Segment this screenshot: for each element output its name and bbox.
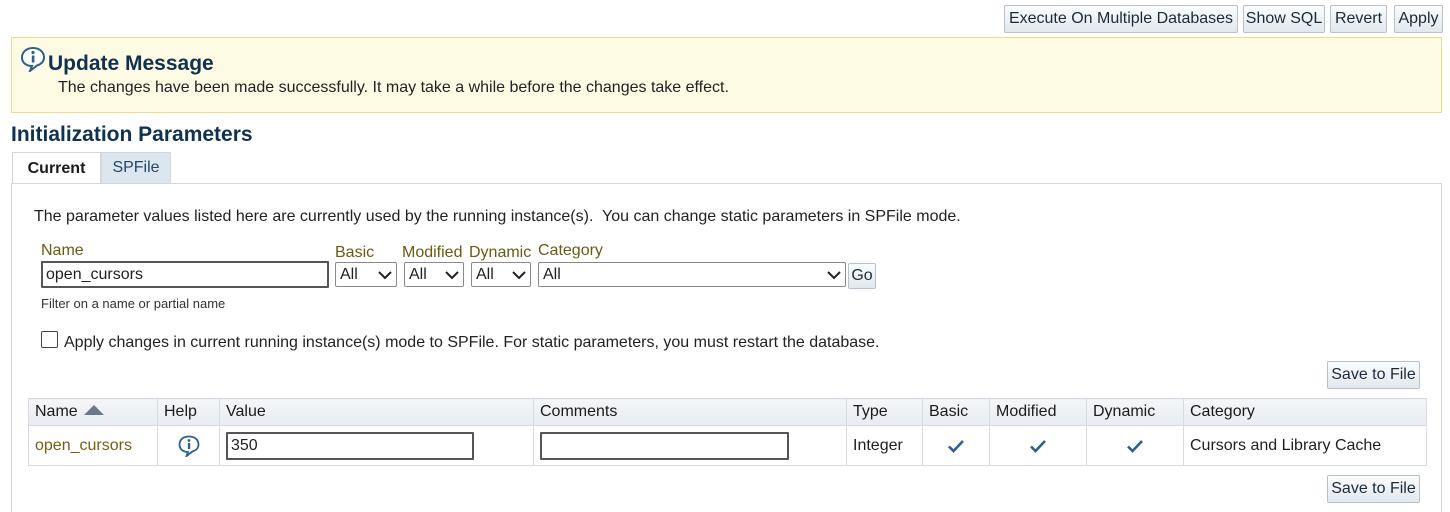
chevron-down-icon [512, 270, 526, 279]
column-header-help: Help [157, 398, 220, 426]
basic-filter-value: All [340, 265, 358, 283]
checkmark-icon [1030, 439, 1046, 453]
comments-input[interactable] [540, 431, 789, 460]
modified-filter-label: Modified [402, 244, 463, 261]
dynamic-filter-value: All [476, 265, 494, 283]
modified-cell [989, 425, 1087, 466]
tab-current[interactable]: Current [12, 152, 101, 184]
modified-filter-select[interactable]: All [404, 262, 464, 287]
column-header-basic: Basic [922, 398, 990, 426]
basic-cell [922, 425, 990, 466]
comments-cell [533, 425, 847, 466]
apply-to-spfile-label: Apply changes in current running instanc… [64, 334, 880, 351]
basic-filter-select[interactable]: All [335, 262, 397, 287]
name-filter-hint: Filter on a name or partial name [41, 296, 226, 311]
checkmark-icon [948, 439, 964, 453]
info-icon [20, 46, 46, 72]
help-cell [157, 425, 220, 466]
tab-spfile[interactable]: SPFile [101, 152, 171, 184]
table-row: open_cursors 350 Integer Cursors and Lib… [28, 425, 1427, 466]
message-text: The changes have been made successfully.… [58, 79, 729, 96]
dynamic-filter-select[interactable]: All [471, 262, 531, 287]
column-header-name[interactable]: Name [28, 398, 158, 426]
go-button[interactable]: Go [848, 263, 876, 289]
column-header-comments: Comments [533, 398, 847, 426]
save-to-file-button-top[interactable]: Save to File [1327, 361, 1420, 389]
chevron-down-icon [827, 270, 841, 279]
value-cell: 350 [219, 425, 534, 466]
parameters-table: Name Help Value Comments Type Basic Modi… [28, 398, 1427, 466]
dynamic-filter-label: Dynamic [469, 244, 532, 261]
column-header-type: Type [846, 398, 923, 426]
save-to-file-button-bottom[interactable]: Save to File [1327, 475, 1420, 503]
column-header-dynamic: Dynamic [1086, 398, 1184, 426]
basic-filter-label: Basic [335, 244, 375, 261]
sort-ascending-icon[interactable] [83, 404, 104, 415]
category-filter-value: All [543, 265, 561, 283]
param-name-link[interactable]: open_cursors [28, 425, 158, 466]
update-message-box: Update Message The changes have been mad… [11, 37, 1442, 113]
chevron-down-icon [378, 270, 392, 279]
apply-button[interactable]: Apply [1394, 5, 1443, 33]
message-title: Update Message [48, 52, 214, 75]
name-filter-label: Name [41, 242, 84, 259]
name-filter-input[interactable]: open_cursors [41, 261, 329, 288]
description-text: The parameter values listed here are cur… [34, 208, 961, 225]
revert-button[interactable]: Revert [1330, 5, 1387, 33]
category-filter-label: Category [538, 242, 603, 259]
column-header-category: Category [1183, 398, 1427, 426]
chevron-down-icon [445, 270, 459, 279]
column-header-name-label: Name [35, 403, 78, 420]
category-cell: Cursors and Library Cache [1183, 425, 1427, 466]
category-filter-select[interactable]: All [538, 262, 846, 287]
show-sql-button[interactable]: Show SQL [1243, 5, 1325, 33]
type-cell: Integer [846, 425, 923, 466]
dynamic-cell [1086, 425, 1184, 466]
value-input[interactable]: 350 [226, 431, 474, 460]
help-info-icon[interactable] [177, 435, 201, 457]
column-header-value: Value [219, 398, 534, 426]
modified-filter-value: All [409, 265, 427, 283]
execute-on-multiple-databases-button[interactable]: Execute On Multiple Databases [1004, 5, 1238, 33]
column-header-modified: Modified [989, 398, 1087, 426]
page-title: Initialization Parameters [11, 123, 253, 146]
apply-to-spfile-checkbox[interactable] [41, 331, 58, 348]
checkmark-icon [1127, 439, 1143, 453]
param-name-text[interactable]: open_cursors [35, 437, 132, 454]
